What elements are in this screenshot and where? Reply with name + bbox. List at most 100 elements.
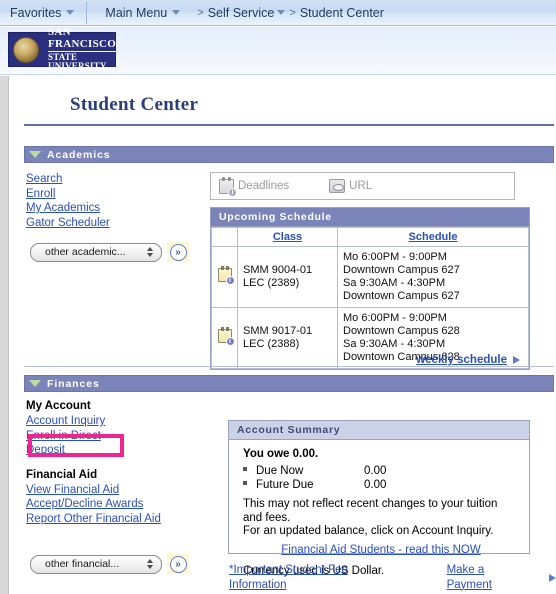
table-row: i SMM 9004-01 LEC (2389) Mo 6:00PM - 9:0… xyxy=(211,246,529,308)
my-account-label: My Account xyxy=(26,400,91,412)
upcoming-schedule-panel: Upcoming Schedule Class Schedule i SMM 9… xyxy=(210,207,530,370)
academics-group-label: Academics xyxy=(47,148,111,161)
chevron-down-icon[interactable] xyxy=(66,10,75,15)
link-gator-scheduler[interactable]: Gator Scheduler xyxy=(26,216,110,231)
link-important-student-fee-information[interactable]: *Important Student Fee Information xyxy=(229,563,397,592)
schedule-line: Downtown Campus 627 xyxy=(343,264,460,276)
collapse-triangle-icon[interactable] xyxy=(29,380,41,387)
breadcrumb-separator: > xyxy=(197,6,204,19)
summary-row-due-now: Due Now 0.00 xyxy=(243,465,519,477)
financial-aid-label: Financial Aid xyxy=(26,468,98,481)
breadcrumb: > Self Service > Student Center xyxy=(196,6,384,20)
amount-owed-text: You owe 0.00. xyxy=(243,448,319,460)
other-academic-row: other academic... » xyxy=(30,242,189,262)
nav-favorites[interactable]: Favorites xyxy=(0,0,84,25)
calendar-info-icon[interactable]: i xyxy=(217,327,235,346)
select-stepper-icon[interactable] xyxy=(147,247,153,257)
info-badge-icon: i xyxy=(228,187,237,197)
chevron-down-icon[interactable] xyxy=(172,10,181,15)
schedule-line: Mo 6:00PM - 9:00PM xyxy=(343,312,447,324)
link-make-a-payment[interactable]: Make a Payment xyxy=(447,563,525,592)
finances-footer-links: *Important Student Fee Information Make … xyxy=(229,563,556,592)
balance-note-line-2: For an updated balance, click on Account… xyxy=(243,525,494,537)
breadcrumb-item-student-center[interactable]: Student Center xyxy=(300,6,384,20)
url-item[interactable]: URL xyxy=(329,179,372,193)
schedule-line: Sa 9:30AM - 4:30PM xyxy=(343,338,446,350)
bullet-icon xyxy=(243,467,247,471)
link-search[interactable]: Search xyxy=(26,172,110,187)
finances-go-button[interactable]: » xyxy=(167,554,189,574)
calendar-info-icon[interactable]: i xyxy=(217,266,235,285)
sfsu-logo[interactable]: SAN FRANCISCO STATE UNIVERSITY xyxy=(8,26,117,71)
double-chevron-right-icon: » xyxy=(169,555,187,573)
class-code: SMM 9004-01 xyxy=(243,264,313,276)
schedule-line: Sa 9:30AM - 4:30PM xyxy=(343,277,446,289)
balance-note-line-1: This may not reflect recent changes to y… xyxy=(243,498,498,524)
link-enroll-direct-deposit[interactable]: Enroll in Direct Deposit xyxy=(26,429,131,458)
url-link-icon xyxy=(329,179,346,193)
chevron-down-icon[interactable] xyxy=(277,10,286,15)
link-view-financial-aid[interactable]: View Financial Aid xyxy=(26,483,161,498)
link-report-other-financial-aid[interactable]: Report Other Financial Aid xyxy=(26,512,161,527)
select-stepper-icon[interactable] xyxy=(147,559,153,569)
due-now-label: Due Now xyxy=(256,465,304,477)
row-icon-cell[interactable]: i xyxy=(211,307,238,369)
other-academic-selected-value: other academic... xyxy=(45,246,126,258)
section-divider xyxy=(24,366,554,367)
row-class-cell: SMM 9017-01 LEC (2388) xyxy=(237,307,338,369)
university-seal-icon xyxy=(13,36,39,63)
row-class-cell: SMM 9004-01 LEC (2389) xyxy=(237,246,338,308)
column-header-class[interactable]: Class xyxy=(237,227,338,247)
deadlines-item[interactable]: i Deadlines xyxy=(219,176,290,197)
url-label: URL xyxy=(349,180,373,192)
schedule-line: Mo 6:00PM - 9:00PM xyxy=(343,251,447,263)
other-financial-selected-value: other financial... xyxy=(45,558,120,570)
academics-group-header[interactable]: Academics xyxy=(24,146,554,163)
deadlines-label: Deadlines xyxy=(238,180,290,192)
title-underline xyxy=(24,124,554,126)
branding-band: SAN FRANCISCO STATE UNIVERSITY xyxy=(0,26,556,75)
link-account-inquiry[interactable]: Account Inquiry xyxy=(26,414,161,429)
class-code: SMM 9017-01 xyxy=(243,325,313,337)
arrow-right-icon[interactable] xyxy=(549,573,556,582)
arrow-right-icon[interactable] xyxy=(513,356,520,365)
finances-group-label: Finances xyxy=(47,377,100,390)
finances-group-header[interactable]: Finances xyxy=(24,375,554,392)
summary-row-future-due: Future Due 0.00 xyxy=(243,479,519,491)
other-academic-select[interactable]: other academic... xyxy=(30,242,162,262)
link-accept-decline-awards[interactable]: Accept/Decline Awards xyxy=(26,497,161,512)
other-financial-row: other financial... » xyxy=(30,554,189,574)
class-section: LEC (2388) xyxy=(243,338,300,350)
other-financial-select[interactable]: other financial... xyxy=(30,554,162,574)
breadcrumb-item-self-service[interactable]: Self Service xyxy=(208,6,275,20)
row-icon-cell[interactable]: i xyxy=(211,246,238,308)
breadcrumb-separator: > xyxy=(289,6,296,19)
collapse-triangle-icon[interactable] xyxy=(29,151,41,158)
future-due-label: Future Due xyxy=(256,479,314,491)
nav-main-menu[interactable]: Main Menu xyxy=(89,0,190,25)
left-gutter xyxy=(0,76,9,594)
link-my-academics[interactable]: My Academics xyxy=(26,201,110,216)
future-due-value: 0.00 xyxy=(364,479,387,491)
schedule-line: Downtown Campus 627 xyxy=(343,290,460,302)
info-badge-icon: i xyxy=(225,276,235,285)
upcoming-schedule-table: Class Schedule i SMM 9004-01 LEC (2389) … xyxy=(211,227,529,369)
nav-favorites-label: Favorites xyxy=(10,5,62,20)
class-section: LEC (2389) xyxy=(243,277,300,289)
academics-toolbar: i Deadlines URL xyxy=(210,172,515,200)
schedule-line: Downtown Campus 628 xyxy=(343,325,460,337)
link-financial-aid-students-read-now[interactable]: Financial Aid Students - read this NOW xyxy=(281,544,480,556)
logo-line-2: STATE UNIVERSITY xyxy=(48,50,117,72)
academics-go-button[interactable]: » xyxy=(167,242,189,262)
account-summary-caption: Account Summary xyxy=(229,421,529,440)
info-badge-icon: i xyxy=(225,337,235,346)
link-enroll[interactable]: Enroll xyxy=(26,187,110,202)
double-chevron-right-icon: » xyxy=(169,243,187,261)
bullet-icon xyxy=(243,481,247,485)
account-summary-panel: Account Summary You owe 0.00. Due Now 0.… xyxy=(228,420,530,577)
page-content: Student Center Academics Search Enroll M… xyxy=(10,76,556,594)
logo-text: SAN FRANCISCO STATE UNIVERSITY xyxy=(48,26,117,72)
column-header-schedule[interactable]: Schedule xyxy=(337,227,529,247)
table-header-row: Class Schedule xyxy=(211,227,529,247)
nav-main-menu-label: Main Menu xyxy=(105,5,168,20)
